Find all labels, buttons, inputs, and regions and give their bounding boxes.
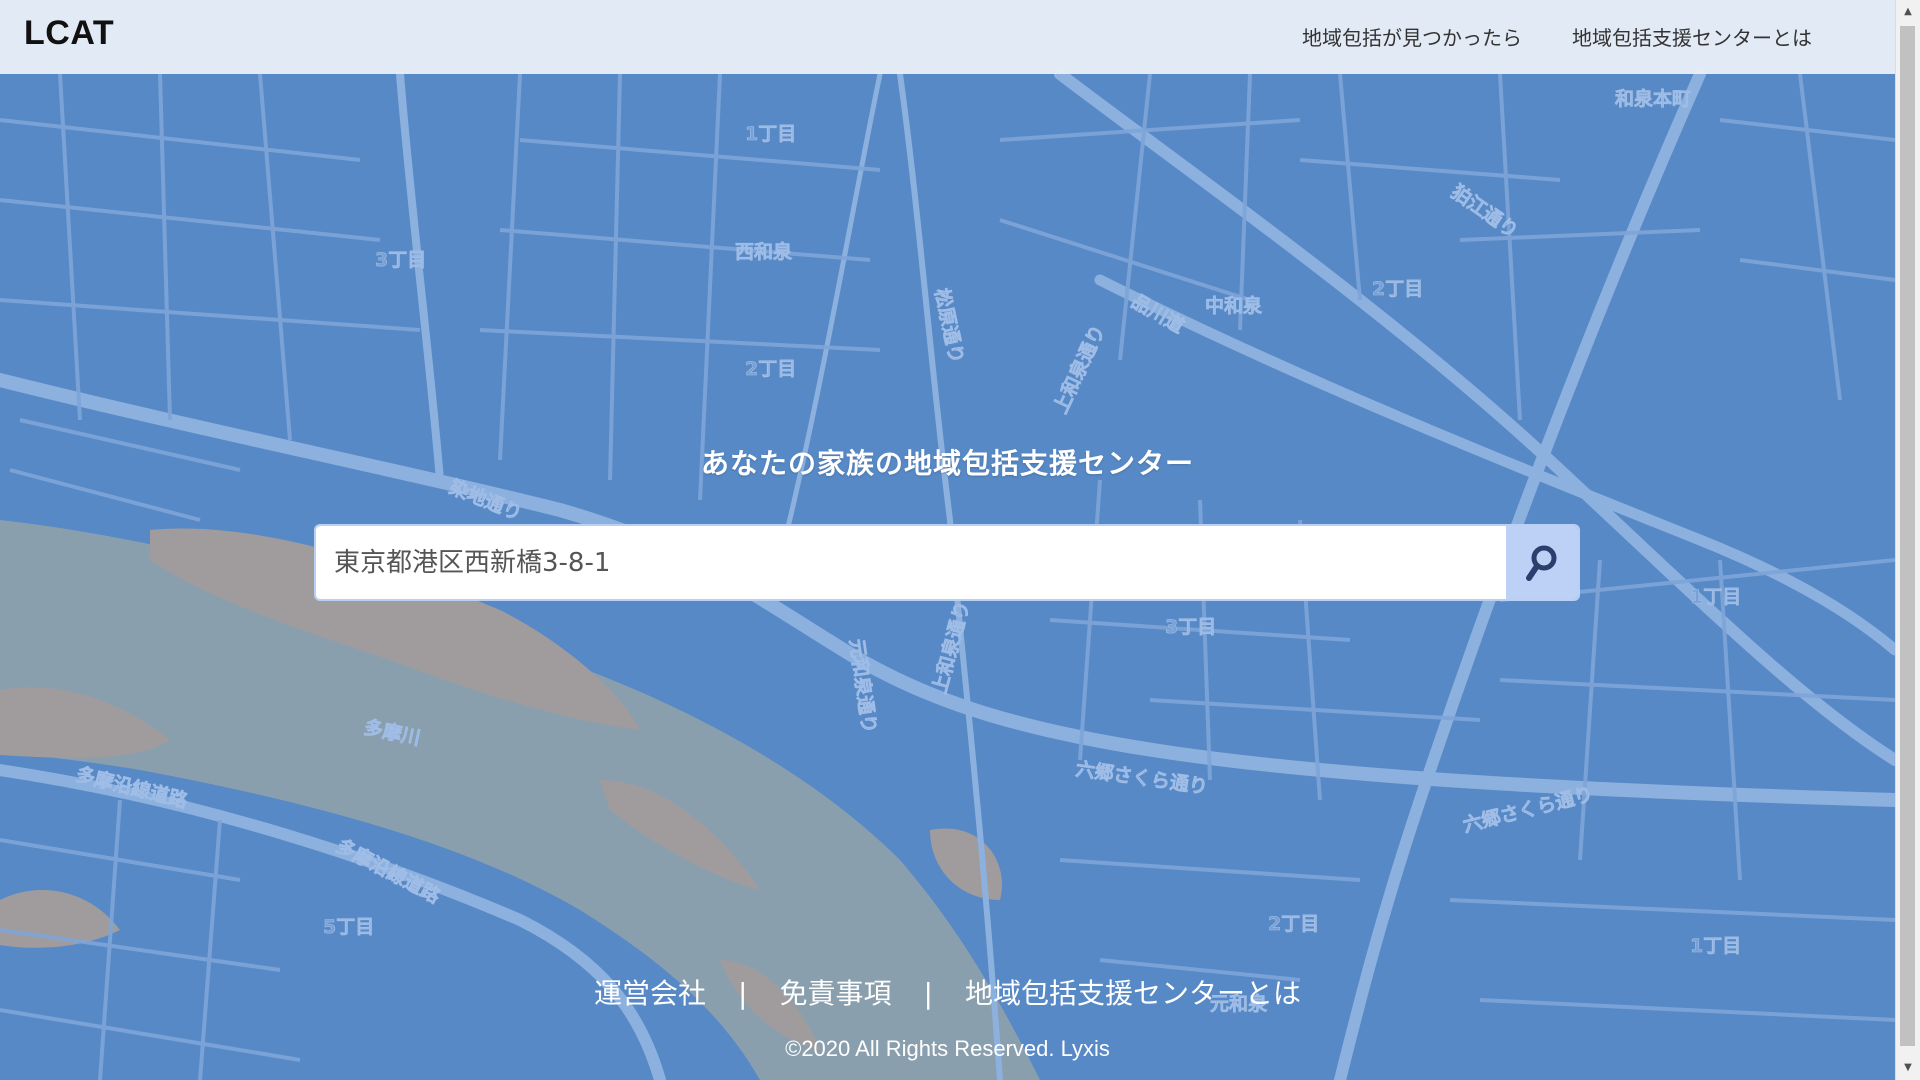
svg-text:西和泉: 西和泉	[735, 240, 793, 263]
scrollbar-thumb[interactable]	[1900, 26, 1915, 1046]
svg-text:5丁目: 5丁目	[323, 916, 374, 938]
top-nav-bar: LCAT 地域包括が見つかったら 地域包括支援センターとは	[0, 0, 1895, 74]
nav-link-found[interactable]: 地域包括が見つかったら	[1302, 22, 1522, 51]
address-search-form	[316, 526, 1578, 599]
hero-title: あなたの家族の地域包括支援センター	[700, 447, 1194, 480]
copyright-text: ©2020 All Rights Reserved. Lyxis	[785, 1036, 1110, 1061]
svg-text:2丁目: 2丁目	[745, 358, 796, 380]
footer-link-company[interactable]: 運営会社	[594, 972, 706, 1012]
svg-text:1丁目: 1丁目	[1690, 586, 1741, 608]
footer-separator: |	[923, 977, 933, 1010]
footer-separator: |	[738, 977, 748, 1010]
page: 1丁目 西和泉 3丁目 2丁目 和泉本町 中和泉 2丁目 1丁目 3丁目 2丁目…	[0, 0, 1920, 1080]
svg-text:3丁目: 3丁目	[375, 249, 426, 271]
svg-text:1丁目: 1丁目	[745, 123, 796, 145]
svg-text:中和泉: 中和泉	[1205, 294, 1263, 317]
address-search-input[interactable]	[316, 526, 1506, 599]
footer-link-disclaimer[interactable]: 免責事項	[779, 972, 891, 1012]
vertical-scrollbar[interactable]: ▲ ▼	[1895, 0, 1920, 1080]
nav-link-about-center[interactable]: 地域包括支援センターとは	[1572, 22, 1812, 51]
svg-text:1丁目: 1丁目	[1690, 935, 1741, 957]
svg-text:3丁目: 3丁目	[1165, 616, 1216, 638]
scroll-up-arrow-icon[interactable]: ▲	[1896, 0, 1920, 24]
search-icon	[1526, 545, 1557, 581]
svg-text:2丁目: 2丁目	[1268, 913, 1319, 935]
svg-text:和泉本町: 和泉本町	[1615, 87, 1691, 110]
scroll-down-arrow-icon[interactable]: ▼	[1896, 1056, 1920, 1080]
footer-links: 運営会社 | 免責事項 | 地域包括支援センターとは	[0, 972, 1895, 1012]
search-button[interactable]	[1506, 526, 1578, 599]
site-logo[interactable]: LCAT	[24, 14, 114, 53]
svg-text:2丁目: 2丁目	[1372, 278, 1423, 300]
footer-link-about-center[interactable]: 地域包括支援センターとは	[965, 972, 1301, 1012]
